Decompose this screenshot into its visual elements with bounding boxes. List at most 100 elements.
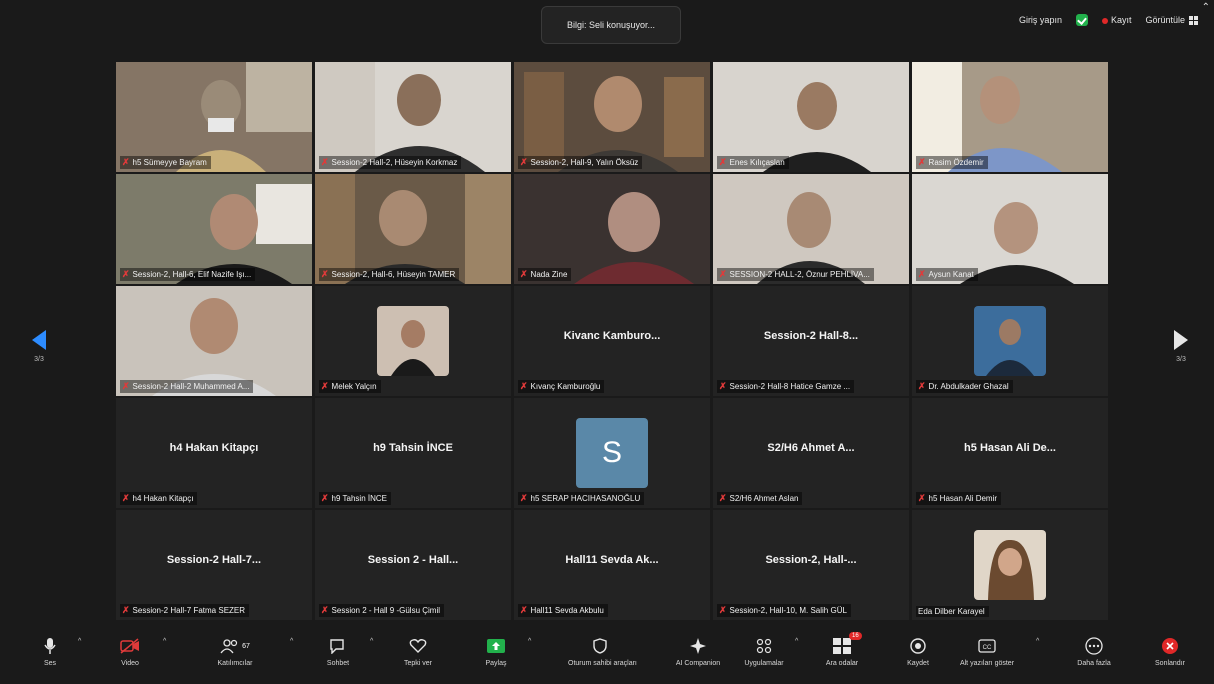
breakout-rooms-label: Ara odalar — [825, 660, 859, 667]
mic-options-chevron-icon[interactable]: ^ — [78, 638, 81, 645]
muted-mic-icon: ✗ — [122, 381, 130, 391]
chat-label: Sohbet — [326, 660, 350, 667]
view-button[interactable]: Görüntüle — [1145, 15, 1198, 26]
breakout-rooms-button[interactable]: 16 Ara odalar — [812, 632, 872, 667]
participant-tile[interactable]: ✗ Session-2, Hall-9, Yalın Öksüz — [514, 62, 710, 172]
muted-mic-icon: ✗ — [122, 269, 130, 279]
reactions-button[interactable]: Tepki ver — [388, 636, 448, 667]
ai-companion-button[interactable]: AI Companion — [668, 636, 728, 667]
microphone-icon — [44, 638, 56, 654]
muted-mic-icon: ✗ — [321, 269, 329, 279]
muted-mic-icon: ✗ — [719, 605, 727, 615]
participant-tile[interactable]: ✗ Session-2 Hall-2 Muhammed A... — [116, 286, 312, 396]
participant-name-label: ✗ h4 Hakan Kitapçı — [120, 492, 198, 505]
participant-display-name: S2/H6 Ahmet A... — [767, 442, 855, 454]
participant-tile[interactable]: Session-2 Hall-7... ✗ Session-2 Hall-7 Fa… — [116, 510, 312, 620]
participant-tile[interactable]: Hall11 Sevda Ak... ✗ Hall11 Sevda Akbulu — [514, 510, 710, 620]
meeting-toolbar: Ses ^ Video ^ 67 Katılımcılar ^ Sohbet ^… — [0, 630, 1214, 684]
participants-count: 67 — [242, 642, 250, 650]
participant-tile[interactable]: ✗ Session-2, Hall-6, Hüseyin TAMER — [315, 174, 511, 284]
participant-name-label: ✗ Session-2 Hall-8 Hatice Gamze ... — [717, 380, 855, 393]
apps-options-chevron-icon[interactable]: ^ — [795, 638, 798, 645]
participant-display-name: h5 Hasan Ali De... — [964, 442, 1056, 454]
participant-name-label: ✗ h9 Tahsin İNCE — [319, 492, 391, 505]
next-page-button[interactable]: 3/3 — [1166, 330, 1196, 363]
participant-tile[interactable]: h4 Hakan Kitapçı ✗ h4 Hakan Kitapçı — [116, 398, 312, 508]
record-button[interactable]: Kaydet — [888, 636, 948, 667]
participant-tile[interactable]: S ✗ h5 SERAP HACIHASANOĞLU — [514, 398, 710, 508]
record-label: Kaydet — [907, 660, 929, 667]
participant-tile[interactable]: h9 Tahsin İNCE ✗ h9 Tahsin İNCE — [315, 398, 511, 508]
participant-name: Eda Dilber Karayel — [918, 607, 985, 616]
participant-name: Kıvanç Kamburoğlu — [530, 382, 601, 391]
share-button[interactable]: Paylaş — [466, 636, 526, 667]
participant-avatar — [377, 306, 449, 376]
security-shield-icon[interactable] — [1075, 14, 1088, 26]
participant-display-name: Session 2 - Hall... — [367, 554, 459, 566]
record-label: Kayıt — [1110, 15, 1132, 25]
participant-name: SESSION-2 HALL-2, Öznur PEHLİVA... — [729, 270, 870, 279]
participant-tile[interactable]: ✗ Melek Yalçın — [315, 286, 511, 396]
participant-tile[interactable]: Session-2 Hall-8... ✗ Session-2 Hall-8 Ha… — [713, 286, 909, 396]
apps-button[interactable]: Uygulamalar — [734, 636, 794, 667]
participant-tile[interactable]: ✗ Dr. Abdulkader Ghazal — [912, 286, 1108, 396]
sign-in-link[interactable]: Giriş yapın — [1019, 15, 1062, 25]
participant-tile[interactable]: ✗ Session-2, Hall-6, Elif Nazife Işı... — [116, 174, 312, 284]
participant-name-label: ✗ Session-2 Hall-2 Muhammed A... — [120, 380, 254, 393]
participant-tile[interactable]: Kivanc Kamburo... ✗ Kıvanç Kamburoğlu — [514, 286, 710, 396]
participant-display-name: Hall11 Sevda Ak... — [565, 554, 659, 566]
muted-mic-icon: ✗ — [520, 605, 528, 615]
muted-mic-icon: ✗ — [520, 381, 528, 391]
participant-tile[interactable]: ✗ h5 Sümeyye Bayram — [116, 62, 312, 172]
participant-name-label: Eda Dilber Karayel — [916, 606, 989, 617]
participant-tile[interactable]: Eda Dilber Karayel — [912, 510, 1108, 620]
muted-mic-icon: ✗ — [321, 381, 329, 391]
gallery-grid: ✗ h5 Sümeyye Bayram ✗ Session-2 Hall-2, Hü… — [116, 62, 1108, 622]
record-dot-icon — [1101, 17, 1108, 24]
previous-page-button[interactable]: 3/3 — [24, 330, 54, 363]
participant-tile[interactable]: S2/H6 Ahmet A... ✗ S2/H6 Ahmet Aslan — [713, 398, 909, 508]
muted-mic-icon: ✗ — [520, 269, 528, 279]
participant-name: h9 Tahsin İNCE — [331, 494, 387, 503]
muted-mic-icon: ✗ — [321, 605, 329, 615]
share-options-chevron-icon[interactable]: ^ — [528, 638, 531, 645]
participant-name-label: ✗ Enes Kılıçaslan — [717, 156, 789, 169]
video-button[interactable]: Video — [100, 636, 160, 667]
participants-button[interactable]: 67 Katılımcılar — [205, 636, 265, 667]
participant-tile[interactable]: Session-2, Hall-... ✗ Session-2, Hall-10,… — [713, 510, 909, 620]
more-label: Daha fazla — [1077, 660, 1111, 667]
participant-tile[interactable]: ✗ SESSION-2 HALL-2, Öznur PEHLİVA... — [713, 174, 909, 284]
muted-mic-icon: ✗ — [719, 269, 727, 279]
breakout-badge: 16 — [849, 632, 862, 640]
end-meeting-button[interactable]: Sonlandır — [1140, 636, 1200, 667]
muted-mic-icon: ✗ — [918, 157, 926, 167]
muted-mic-icon: ✗ — [918, 269, 926, 279]
closed-captions-icon: CC — [978, 639, 996, 653]
captions-options-chevron-icon[interactable]: ^ — [1036, 638, 1039, 645]
participant-avatar — [974, 306, 1046, 376]
video-options-chevron-icon[interactable]: ^ — [163, 638, 166, 645]
captions-button[interactable]: CC Alt yazıları göster — [950, 636, 1024, 667]
share-screen-icon — [487, 639, 505, 653]
participant-tile[interactable]: h5 Hasan Ali De... ✗ h5 Hasan Ali Demir — [912, 398, 1108, 508]
host-tools-button[interactable]: Oturum sahibi araçları — [568, 636, 637, 667]
participant-tile[interactable]: ✗ Nada Zine — [514, 174, 710, 284]
chat-button[interactable]: Sohbet — [308, 636, 368, 667]
record-indicator[interactable]: Kayıt — [1101, 15, 1132, 25]
more-button[interactable]: Daha fazla — [1064, 636, 1124, 667]
participant-name: Session-2, Hall-9, Yalın Öksüz — [530, 158, 639, 167]
chat-options-chevron-icon[interactable]: ^ — [370, 638, 373, 645]
participants-options-chevron-icon[interactable]: ^ — [290, 638, 293, 645]
active-speaker-pill: Bilgi: Seli konuşuyor... — [541, 6, 681, 44]
participant-tile[interactable]: ✗ Aysun Kanat — [912, 174, 1108, 284]
previous-page-indicator: 3/3 — [34, 356, 44, 363]
muted-mic-icon: ✗ — [321, 493, 329, 503]
participant-tile[interactable]: ✗ Session-2 Hall-2, Hüseyin Korkmaz — [315, 62, 511, 172]
record-icon — [910, 638, 926, 654]
participant-tile[interactable]: ✗ Rasim Özdemir — [912, 62, 1108, 172]
participant-name: Rasim Özdemir — [928, 158, 984, 167]
participant-tile[interactable]: Session 2 - Hall... ✗ Session 2 - Hall 9 … — [315, 510, 511, 620]
heart-icon — [409, 639, 427, 653]
mic-button[interactable]: Ses — [20, 636, 80, 667]
participant-tile[interactable]: ✗ Enes Kılıçaslan — [713, 62, 909, 172]
